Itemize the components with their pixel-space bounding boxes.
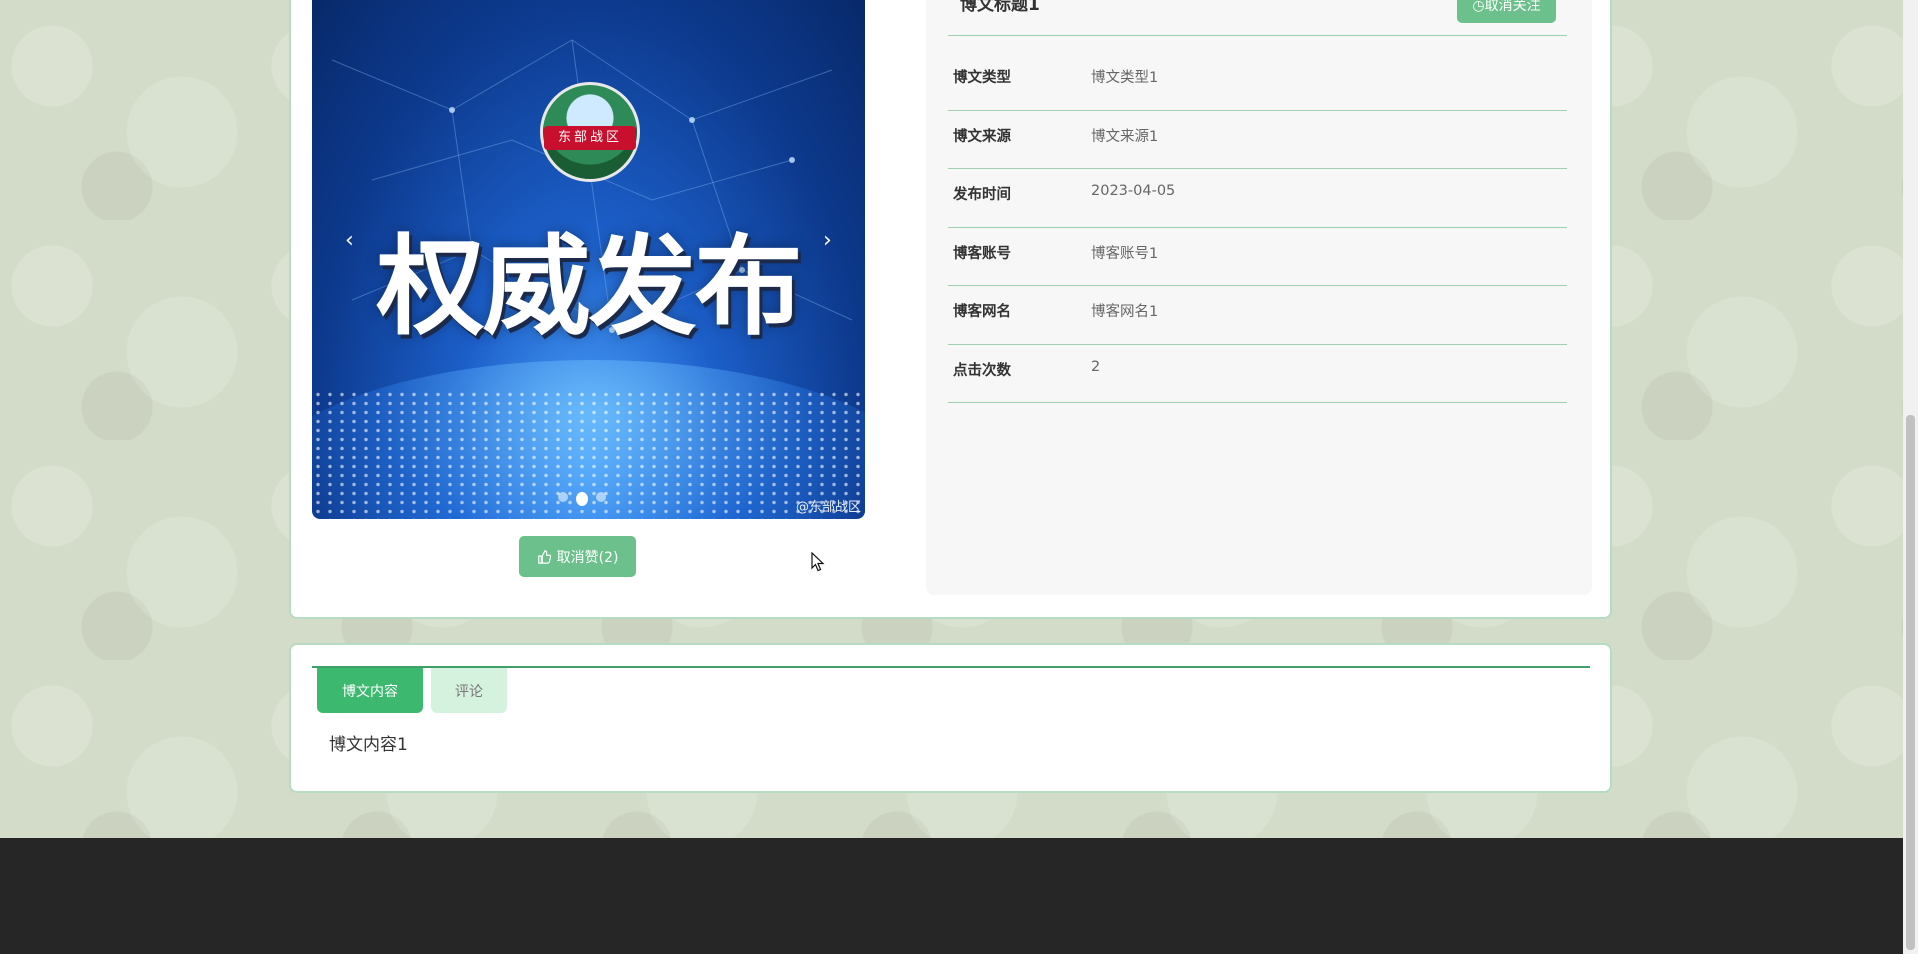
title-divider: [948, 35, 1567, 36]
mouse-cursor-icon: [811, 552, 825, 572]
footer: [0, 838, 1903, 954]
page: 东部战区 权威发布 @东部战区 ‹ › 取消赞(2) 博文标题1 ◷取消关注 博…: [0, 0, 1903, 954]
blog-title: 博文标题1: [960, 0, 1040, 15]
field-row-publish-date: 发布时间 2023-04-05: [948, 169, 1567, 228]
blog-content-text: 博文内容1: [329, 735, 408, 755]
carousel-headline: 权威发布: [376, 225, 802, 350]
like-button-label: 取消赞(2): [556, 549, 619, 566]
field-row-clicks: 点击次数 2: [948, 345, 1567, 403]
carousel-indicator-active[interactable]: [576, 492, 588, 506]
field-row-account: 博客账号 博客账号1: [948, 228, 1567, 286]
scrollbar-thumb[interactable]: [1906, 415, 1915, 950]
field-label: 点击次数: [953, 362, 1011, 379]
field-label: 博客账号: [953, 245, 1011, 262]
unfollow-button[interactable]: ◷取消关注: [1457, 0, 1556, 23]
like-button[interactable]: 取消赞(2): [519, 536, 636, 577]
image-carousel[interactable]: 东部战区 权威发布 @东部战区: [312, 0, 865, 519]
carousel-watermark: @东部战区: [795, 500, 861, 515]
field-label: 发布时间: [953, 187, 1011, 203]
field-value: 博客网名1: [1091, 304, 1159, 320]
field-label: 博文类型: [953, 70, 1011, 86]
field-value: 2: [1091, 358, 1101, 375]
clock-icon: ◷: [1472, 0, 1485, 14]
carousel-next-arrow[interactable]: ›: [823, 228, 832, 253]
field-label: 博文来源: [953, 128, 1011, 145]
field-value: 博文类型1: [1091, 70, 1159, 86]
field-row-source: 博文来源 博文来源1: [948, 111, 1567, 169]
carousel-indicator[interactable]: [596, 492, 606, 502]
tab-comments[interactable]: 评论: [431, 668, 507, 713]
carousel-prev-arrow[interactable]: ‹: [345, 228, 354, 253]
emblem-text: 东部战区: [544, 126, 636, 150]
tab-blog-content[interactable]: 博文内容: [317, 668, 423, 713]
field-value: 博客账号1: [1091, 245, 1159, 262]
thumbs-up-icon: [537, 549, 551, 564]
carousel-indicators: [558, 492, 606, 506]
blog-fields: 博文类型 博文类型1 博文来源 博文来源1 发布时间 2023-04-05 博客…: [948, 52, 1567, 403]
field-row-nickname: 博客网名 博客网名1: [948, 286, 1567, 345]
carousel-indicator[interactable]: [558, 492, 568, 502]
field-value: 2023-04-05: [1091, 183, 1176, 199]
unfollow-button-label: 取消关注: [1484, 0, 1541, 14]
field-label: 博客网名: [953, 304, 1011, 320]
field-row-type: 博文类型 博文类型1: [948, 52, 1567, 111]
field-value: 博文来源1: [1091, 128, 1159, 145]
